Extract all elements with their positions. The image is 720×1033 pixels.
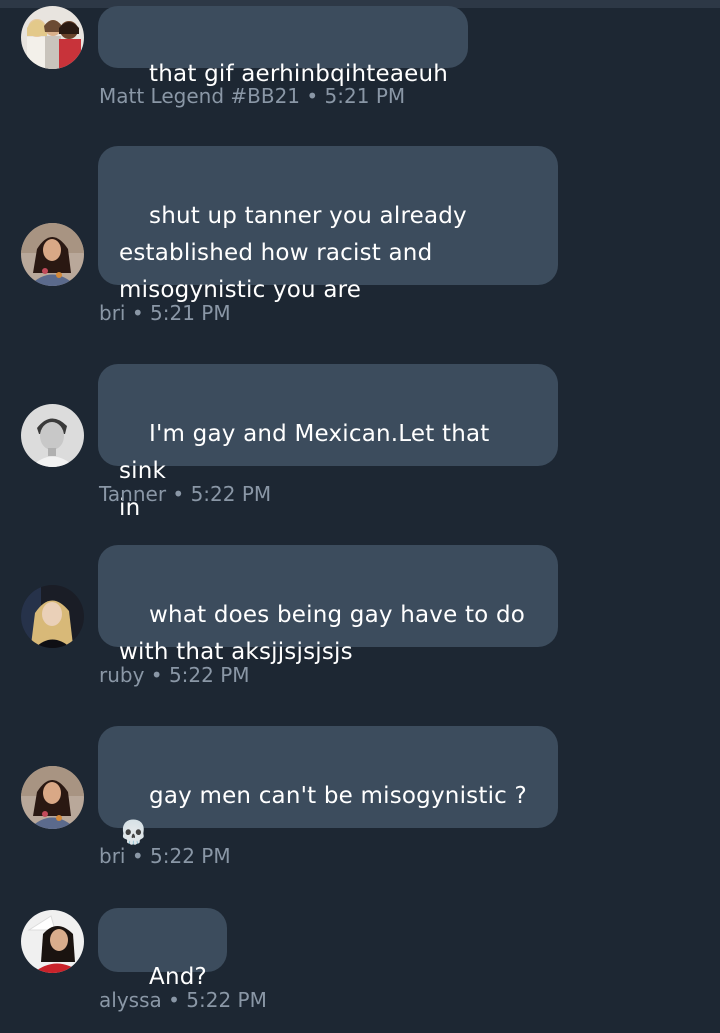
message-text: shut up tanner you already established h… — [119, 203, 467, 303]
timestamp: 5:22 PM — [168, 663, 250, 687]
timestamp: 5:22 PM — [150, 844, 231, 868]
separator-dot: • — [168, 988, 180, 1012]
message-text: I'm gay and Mexican.Let that sink in — [119, 421, 490, 521]
author-name[interactable]: bri — [99, 301, 125, 325]
separator-dot: • — [131, 844, 144, 868]
message-meta: bri • 5:21 PM — [99, 301, 231, 325]
message-bubble[interactable]: gay men can't be misogynistic ? 💀 — [98, 726, 558, 846]
man-bw-portrait-avatar[interactable] — [21, 404, 84, 467]
message-meta: bri • 5:22 PM — [99, 844, 231, 868]
message-text: gay men can't be misogynistic ? 💀 — [119, 783, 527, 846]
author-name[interactable]: Tanner — [99, 482, 166, 506]
message-bubble[interactable]: what does being gay have to do with that… — [98, 545, 558, 665]
separator-dot: • — [172, 482, 185, 506]
author-name[interactable]: ruby — [99, 663, 144, 687]
woman-red-top-avatar[interactable] — [21, 910, 84, 973]
message-meta: Tanner • 5:22 PM — [99, 482, 271, 506]
timestamp: 5:21 PM — [150, 301, 231, 325]
woman-dark-hair-avatar[interactable] — [21, 223, 84, 286]
group-photo-avatar[interactable] — [21, 6, 84, 69]
woman-dark-hair-avatar[interactable] — [21, 766, 84, 829]
timestamp: 5:22 PM — [190, 482, 272, 506]
message-bubble[interactable]: that gif aerhinbqihteaeuh — [98, 6, 469, 87]
author-name[interactable]: Matt Legend #BB21 — [99, 84, 300, 108]
author-name[interactable]: alyssa — [99, 988, 162, 1012]
message-bubble[interactable]: I'm gay and Mexican.Let that sink in — [98, 364, 558, 521]
separator-dot: • — [306, 84, 319, 108]
message-meta: ruby • 5:22 PM — [99, 663, 250, 687]
message-bubble[interactable]: shut up tanner you already established h… — [98, 146, 558, 303]
separator-dot: • — [150, 663, 163, 687]
timestamp: 5:21 PM — [324, 84, 406, 108]
author-name[interactable]: bri — [99, 844, 125, 868]
message-text: what does being gay have to do with that… — [119, 602, 526, 665]
message-text: And? — [149, 964, 207, 990]
message-meta: Matt Legend #BB21 • 5:21 PM — [99, 84, 405, 108]
timestamp: 5:22 PM — [186, 988, 267, 1012]
separator-dot: • — [131, 301, 144, 325]
message-meta: alyssa • 5:22 PM — [99, 988, 267, 1012]
message-bubble[interactable]: And? — [98, 908, 227, 990]
woman-blonde-avatar[interactable] — [21, 585, 84, 648]
